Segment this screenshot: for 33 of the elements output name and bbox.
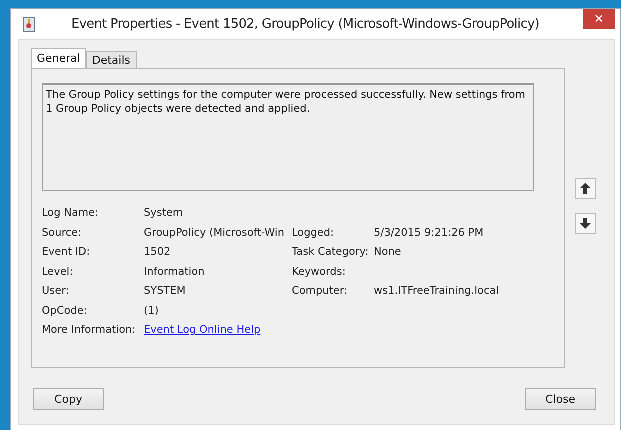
next-event-button[interactable] (575, 213, 596, 234)
property-value: SYSTEM (144, 285, 187, 299)
tab[interactable]: General (31, 48, 86, 68)
property-value: 5/3/2015 9:21:26 PM (374, 226, 485, 240)
close-dialog-button[interactable]: Close (525, 388, 596, 410)
up-arrow-icon (580, 183, 591, 194)
property-label: Event ID: (42, 246, 92, 260)
property-label: Computer: (292, 285, 349, 299)
event-description: The Group Policy settings for the computer were processed successfully. New settings from 1 Group Policy objects were detected and applied. (42, 83, 534, 191)
property-label: Source: (42, 226, 83, 240)
property-value: 1502 (144, 246, 172, 260)
property-label: Log Name: (42, 207, 100, 221)
property-value: GroupPolicy (Microsoft-Win (144, 226, 286, 240)
property-label: More Information: (42, 324, 137, 338)
tab[interactable]: Details (86, 51, 136, 68)
down-arrow-icon (580, 218, 591, 229)
property-value: (1) (144, 304, 160, 318)
property-value: None (374, 246, 402, 260)
previous-event-button[interactable] (575, 178, 596, 199)
property-label: Keywords: (292, 266, 347, 280)
help-link[interactable]: Event Log Online Help (144, 324, 261, 336)
property-value: System (144, 207, 184, 221)
property-label: Level: (42, 266, 74, 280)
event-viewer-icon (23, 16, 35, 32)
close-button[interactable]: ✕ (583, 9, 615, 29)
copy-button[interactable]: Copy (33, 388, 104, 410)
property-label: OpCode: (42, 304, 88, 318)
property-label: Task Category: (292, 246, 370, 260)
property-label: User: (42, 285, 70, 299)
property-label: Logged: (292, 226, 336, 240)
property-value: ws1.ITFreeTraining.local (374, 285, 500, 299)
window-title: Event Properties - Event 1502, GroupPolicy (Microsoft-Windows-GroupPolicy) (72, 16, 540, 32)
property-value: Information (144, 266, 206, 280)
